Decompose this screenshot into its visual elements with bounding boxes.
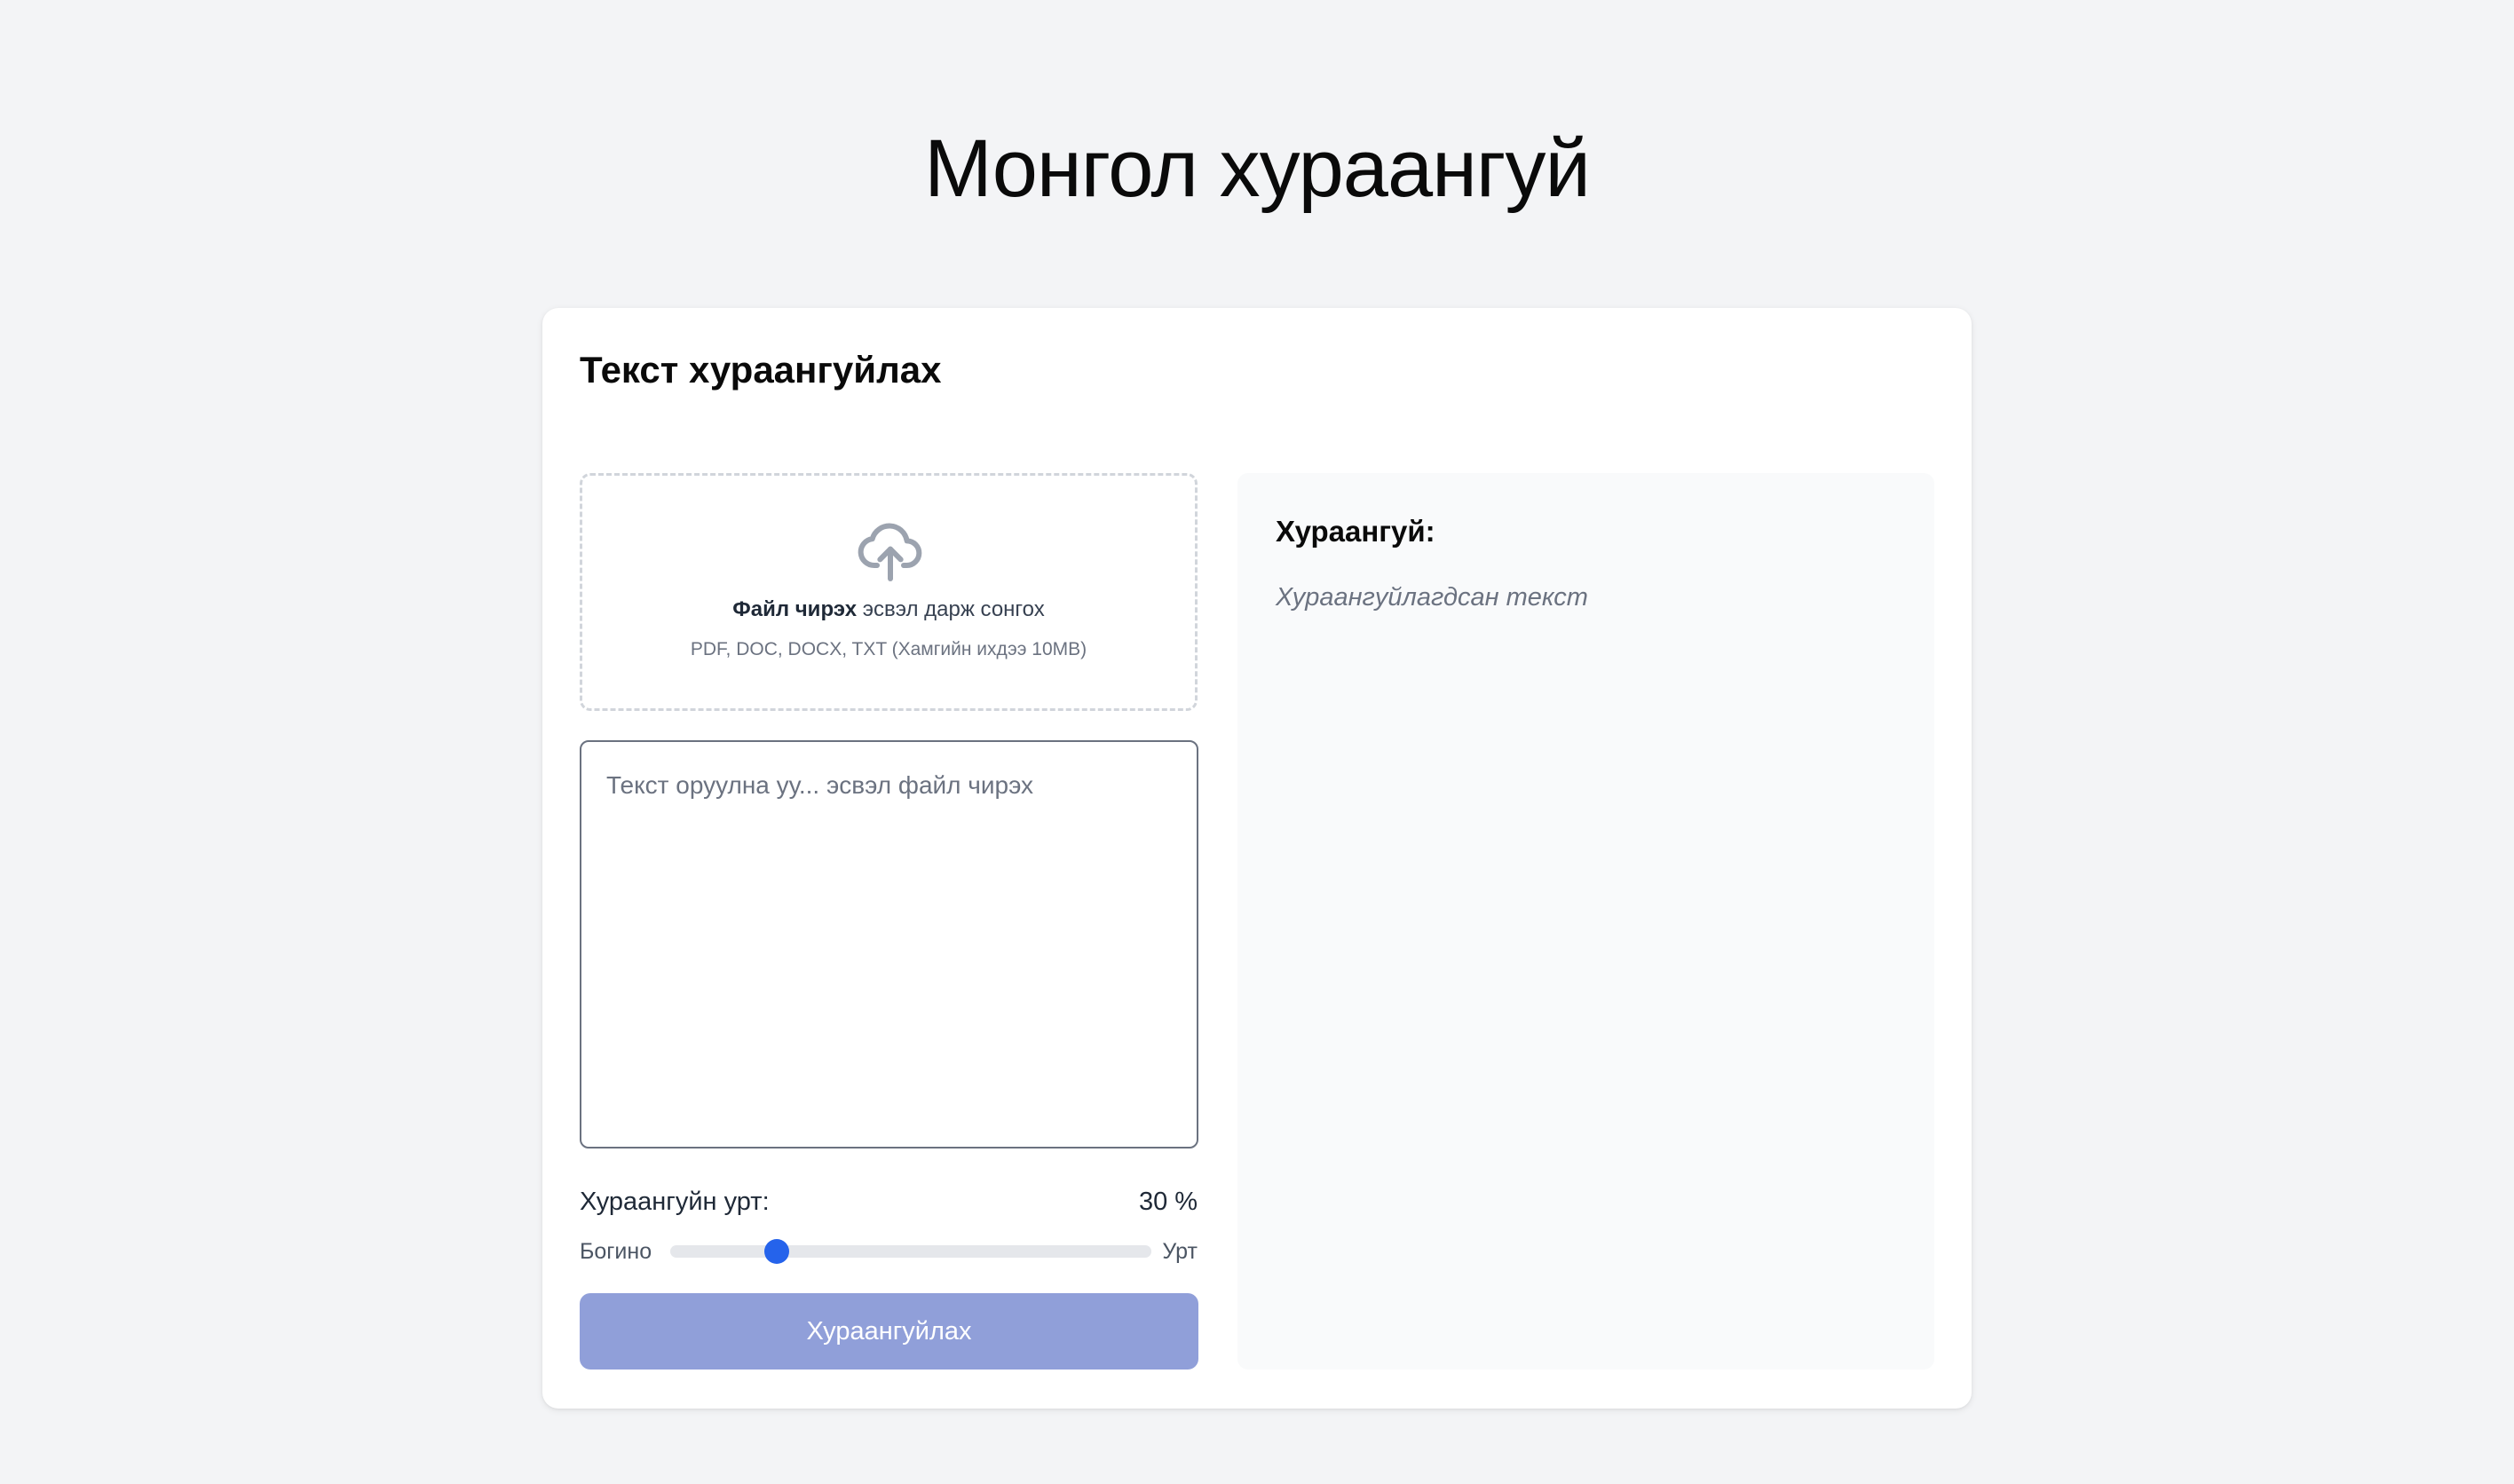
file-dropzone[interactable]: Файл чирэх эсвэл дарж сонгох PDF, DOC, D… xyxy=(580,473,1198,711)
summarize-button[interactable]: Хураангуйлах xyxy=(580,1293,1198,1370)
text-input[interactable] xyxy=(580,740,1198,1149)
dropzone-drag-text: Файл чирэх xyxy=(732,597,858,621)
length-number: 30 xyxy=(1138,1188,1168,1216)
cloud-upload-icon xyxy=(858,523,922,581)
slider-thumb[interactable] xyxy=(764,1239,790,1264)
slider-min-label: Богино xyxy=(580,1239,652,1264)
dropzone-instruction: Файл чирэх эсвэл дарж сонгох xyxy=(582,595,1195,625)
card-title: Текст хураангуйлах xyxy=(580,349,942,391)
length-unit: % xyxy=(1174,1188,1198,1216)
dropzone-click-text: эсвэл дарж сонгох xyxy=(862,597,1045,621)
length-slider[interactable] xyxy=(670,1239,1151,1264)
dropzone-formats: PDF, DOC, DOCX, TXT (Хамгийн ихдээ 10MB) xyxy=(690,639,1087,659)
summarizer-card: Текст хураангуйлах Файл чирэх эсвэл дарж… xyxy=(542,308,1972,1409)
summary-placeholder: Хураангуйлагдсан текст xyxy=(1276,583,1588,612)
length-label: Хураангуйн урт: xyxy=(580,1188,770,1216)
summary-heading: Хураангуй: xyxy=(1276,515,1435,548)
length-value: 30% xyxy=(1093,1184,1198,1220)
page-title: Монгол хураангуй xyxy=(924,123,1591,214)
slider-max-label: Урт xyxy=(1162,1239,1198,1264)
summary-output-panel: Хураангуй: Хураангуйлагдсан текст xyxy=(1237,473,1934,1370)
